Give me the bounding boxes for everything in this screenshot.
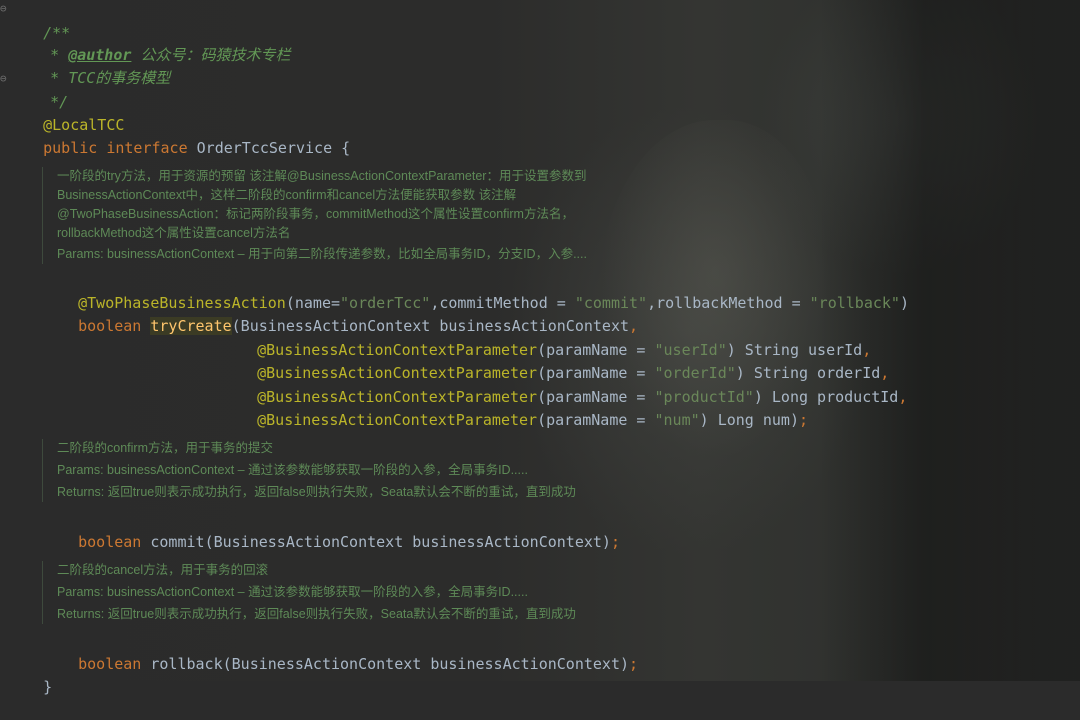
code-line-4: */ (14, 69, 68, 111)
keyword-public: public (43, 139, 98, 157)
open-brace: { (341, 139, 351, 157)
param-line-product-id: @BusinessActionContextParameter(paramNam… (257, 388, 908, 406)
param-line-user-id: @BusinessActionContextParameter(paramNam… (257, 341, 872, 359)
fold-icon[interactable]: ⊖ (0, 2, 7, 15)
keyword-boolean: boolean (78, 317, 142, 335)
code-line-6: public interface OrderTccService { (7, 115, 350, 157)
code-line-close: } (7, 654, 52, 696)
doc-line: 二阶段的cancel方法，用于事务的回滚 (57, 563, 269, 577)
code-line-2: * @author 公众号：码猿技术专栏 (50, 46, 291, 64)
two-phase-annotation-line: @TwoPhaseBusinessAction(name="orderTcc",… (78, 294, 909, 312)
doc-line: rollbackMethod这个属性设置cancel方法名 (57, 226, 291, 240)
try-create-method-name[interactable]: tryCreate (150, 317, 232, 335)
commit-method-name[interactable]: commit (150, 533, 204, 551)
doc-line: BusinessActionContext中，这样二阶段的confirm和can… (57, 188, 517, 202)
code-line-3: * TCC的事务模型 (50, 69, 171, 87)
commit-method-doc: 二阶段的confirm方法，用于事务的提交 Params: businessAc… (42, 439, 643, 502)
rollback-method-name[interactable]: rollback (150, 655, 222, 673)
doc-params-line: Params: businessActionContext – 通过该参数能够获… (57, 585, 528, 599)
keyword-interface: interface (106, 139, 188, 157)
code-editor[interactable]: ⊖ /** * @author 公众号：码猿技术专栏 * TCC的事务模型 ⊖ … (0, 0, 1080, 696)
rollback-method-value: "rollback" (809, 294, 900, 312)
fold-end-icon[interactable]: ⊖ (0, 72, 7, 85)
rollback-method-doc: 二阶段的cancel方法，用于事务的回滚 Params: businessAct… (42, 561, 643, 624)
doc-line: @TwoPhaseBusinessAction：标记两阶段事务，commitMe… (57, 207, 574, 221)
doc-params-line: Params: businessActionContext – 通过该参数能够获… (57, 463, 528, 477)
doc-params-line: Params: businessActionContext – 用于向第二阶段传… (57, 247, 587, 261)
class-description: TCC的事务模型 (68, 69, 171, 87)
commit-signature: boolean commit(BusinessActionContext bus… (78, 533, 620, 551)
rollback-signature: boolean rollback(BusinessActionContext b… (78, 655, 639, 673)
interface-name: OrderTccService (196, 139, 333, 157)
doc-line: 一阶段的try方法，用于资源的预留 该注解@BusinessActionCont… (57, 169, 587, 183)
keyword-boolean: boolean (78, 655, 142, 673)
keyword-boolean: boolean (78, 533, 142, 551)
doc-returns-line: Returns: 返回true则表示成功执行，返回false则执行失败，Seat… (57, 485, 576, 499)
try-method-doc: 一阶段的try方法，用于资源的预留 该注解@BusinessActionCont… (42, 167, 643, 264)
doc-line: 二阶段的confirm方法，用于事务的提交 (57, 441, 273, 455)
code-line-5: @LocalTCC (7, 92, 124, 134)
code-line-1: /** (7, 0, 70, 42)
param-line-num: @BusinessActionContextParameter(paramNam… (257, 411, 809, 429)
try-create-signature: boolean tryCreate(BusinessActionContext … (78, 317, 639, 335)
doc-returns-line: Returns: 返回true则表示成功执行，返回false则执行失败，Seat… (57, 607, 576, 621)
param-line-order-id: @BusinessActionContextParameter(paramNam… (257, 364, 890, 382)
